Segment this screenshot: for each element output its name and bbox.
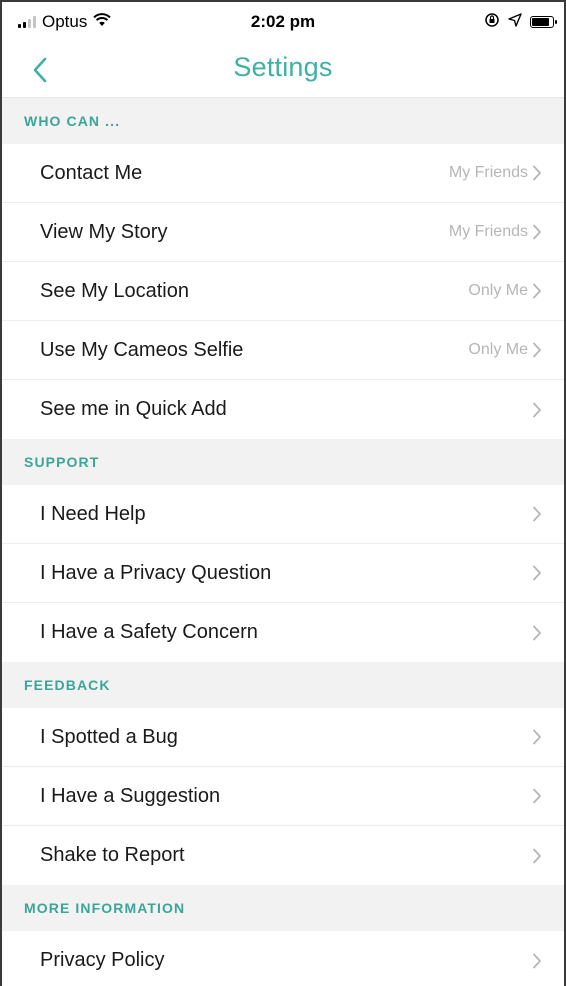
row-label: I Have a Safety Concern (40, 621, 258, 643)
settings-row-have-a-suggestion[interactable]: I Have a Suggestion (2, 767, 564, 826)
rotation-lock-icon (484, 12, 500, 33)
row-accessory: Only Me (468, 281, 544, 301)
chevron-right-icon (530, 623, 544, 643)
battery-icon (530, 16, 557, 28)
settings-row-spotted-a-bug[interactable]: I Spotted a Bug (2, 708, 564, 767)
signal-strength-icon (18, 16, 36, 28)
settings-row-i-need-help[interactable]: I Need Help (2, 485, 564, 544)
settings-row-see-my-location[interactable]: See My Location Only Me (2, 262, 564, 321)
section-header-who-can: WHO CAN ... (2, 98, 564, 144)
row-label: I Spotted a Bug (40, 725, 178, 748)
row-label: See me in Quick Add (40, 398, 227, 420)
chevron-right-icon (530, 222, 544, 242)
page-title: Settings (233, 52, 333, 82)
status-bar: Optus 2:02 pm (2, 2, 564, 42)
navigation-bar: Settings (2, 42, 564, 98)
settings-row-contact-me[interactable]: Contact Me My Friends (2, 144, 564, 203)
row-label: See My Location (40, 279, 189, 302)
row-label: View My Story (40, 220, 168, 243)
chevron-right-icon (530, 163, 544, 183)
row-accessory (530, 563, 544, 583)
section-header-support: SUPPORT (2, 439, 564, 485)
status-right (484, 12, 557, 33)
row-value: My Friends (448, 223, 528, 240)
chevron-right-icon (530, 504, 544, 524)
row-accessory (530, 504, 544, 524)
row-accessory: My Friends (449, 222, 544, 242)
row-accessory: Only Me (468, 340, 544, 360)
row-label: Shake to Report (40, 844, 185, 866)
row-accessory (530, 727, 544, 747)
chevron-right-icon (530, 563, 544, 583)
chevron-right-icon (530, 786, 544, 806)
row-label: Contact Me (40, 161, 143, 184)
settings-row-use-my-cameos-selfie[interactable]: Use My Cameos Selfie Only Me (2, 321, 564, 380)
row-label: I Have a Suggestion (40, 784, 221, 807)
row-label: I Have a Privacy Question (40, 561, 272, 584)
row-accessory (530, 846, 544, 866)
wifi-icon (93, 12, 112, 32)
chevron-right-icon (530, 951, 544, 971)
location-arrow-icon (508, 12, 522, 32)
section-header-more-information: MORE INFORMATION (2, 885, 564, 931)
settings-row-view-my-story[interactable]: View My Story My Friends (2, 203, 564, 262)
settings-list: WHO CAN ... Contact Me My Friends View M… (2, 98, 564, 986)
chevron-right-icon (530, 727, 544, 747)
settings-row-shake-to-report[interactable]: Shake to Report (2, 826, 564, 885)
chevron-right-icon (530, 281, 544, 301)
settings-row-see-me-in-quick-add[interactable]: See me in Quick Add (2, 380, 564, 439)
settings-row-privacy-policy[interactable]: Privacy Policy (2, 931, 564, 986)
row-value: My Friends (448, 164, 528, 181)
row-accessory (530, 623, 544, 643)
phone-screen: Optus 2:02 pm Settings WHO CAN ... Conta… (0, 0, 566, 986)
row-label: I Need Help (40, 502, 146, 525)
row-label: Privacy Policy (40, 949, 165, 971)
row-accessory (530, 400, 544, 420)
row-accessory: My Friends (449, 163, 544, 183)
row-label: Use My Cameos Selfie (40, 338, 244, 361)
row-value: Only Me (468, 282, 528, 299)
row-accessory (530, 951, 544, 971)
carrier-name: Optus (42, 12, 88, 31)
chevron-right-icon (530, 846, 544, 866)
settings-row-safety-concern[interactable]: I Have a Safety Concern (2, 603, 564, 662)
row-accessory (530, 786, 544, 806)
chevron-right-icon (530, 340, 544, 360)
status-left: Optus (18, 12, 112, 32)
chevron-right-icon (530, 400, 544, 420)
section-header-feedback: FEEDBACK (2, 662, 564, 708)
settings-row-privacy-question[interactable]: I Have a Privacy Question (2, 544, 564, 603)
row-value: Only Me (468, 341, 528, 358)
